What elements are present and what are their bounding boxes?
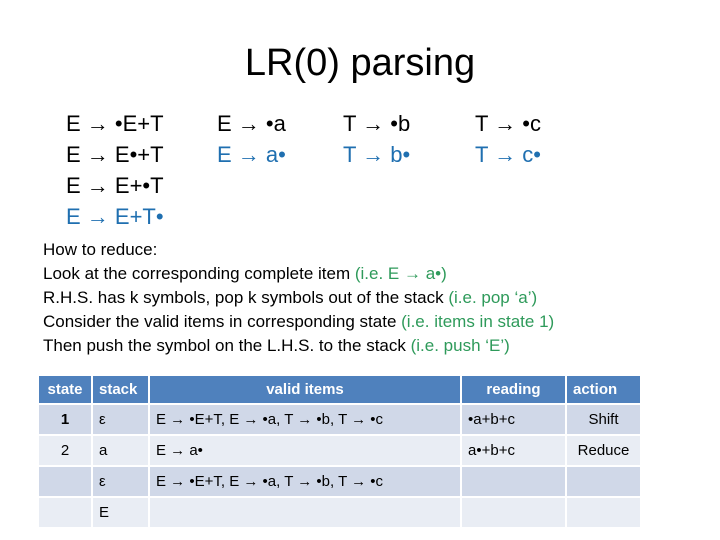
lr-item-complete: E → a• (217, 142, 286, 167)
note-line: Then push the symbol on the L.H.S. to th… (43, 336, 510, 355)
col-header-stack: stack (93, 376, 148, 403)
lr-item: E → •E+T (66, 111, 164, 136)
reduce-instructions: How to reduce: Look at the corresponding… (43, 238, 554, 358)
note-line: Consider the valid items in correspondin… (43, 312, 555, 331)
col-header-valid-items: valid items (150, 376, 460, 403)
lr-item-complete: T → b• (343, 142, 411, 167)
note-line: Look at the corresponding complete item … (43, 264, 447, 283)
lr-item: E → •a (217, 111, 286, 136)
grammar-column-1: E → •E+T E → E•+T E → E+•T E → E+T• (66, 108, 164, 232)
col-header-reading: reading (462, 376, 565, 403)
note-example: (i.e. push ‘E’) (410, 336, 510, 355)
lr-item: T → •c (475, 111, 541, 136)
table-row: ε E → •E+T, E → •a, T → •b, T → •c (39, 467, 640, 496)
grammar-column-3: T → •b T → b• (343, 108, 410, 170)
notes-heading: How to reduce: (43, 240, 158, 259)
lr-item-complete: E → E+T• (66, 204, 164, 229)
col-header-state: state (39, 376, 91, 403)
slide-title: LR(0) parsing (244, 42, 476, 84)
table-row: 2 a E → a• a•+b+c Reduce (39, 436, 640, 465)
parse-table: state stack valid items reading action 1… (37, 374, 642, 529)
lr-item: T → •b (343, 111, 411, 136)
grammar-column-2: E → •a E → a• (217, 108, 286, 170)
note-line: R.H.S. has k symbols, pop k symbols out … (43, 288, 538, 307)
grammar-column-4: T → •c T → c• (475, 108, 541, 170)
lr-item-complete: T → c• (475, 142, 541, 167)
note-example: (i.e. pop ‘a’) (448, 288, 538, 307)
note-example: (i.e. items in state 1) (401, 312, 555, 331)
table-header-row: state stack valid items reading action (39, 376, 640, 403)
lr-item: E → E•+T (66, 142, 164, 167)
note-example: (i.e. E → a•) (354, 264, 447, 283)
table-row: 1 ε E → •E+T, E → •a, T → •b, T → •c •a+… (39, 405, 640, 434)
table-row: E (39, 498, 640, 527)
col-header-action: action (567, 376, 640, 403)
lr-item: E → E+•T (66, 173, 164, 198)
